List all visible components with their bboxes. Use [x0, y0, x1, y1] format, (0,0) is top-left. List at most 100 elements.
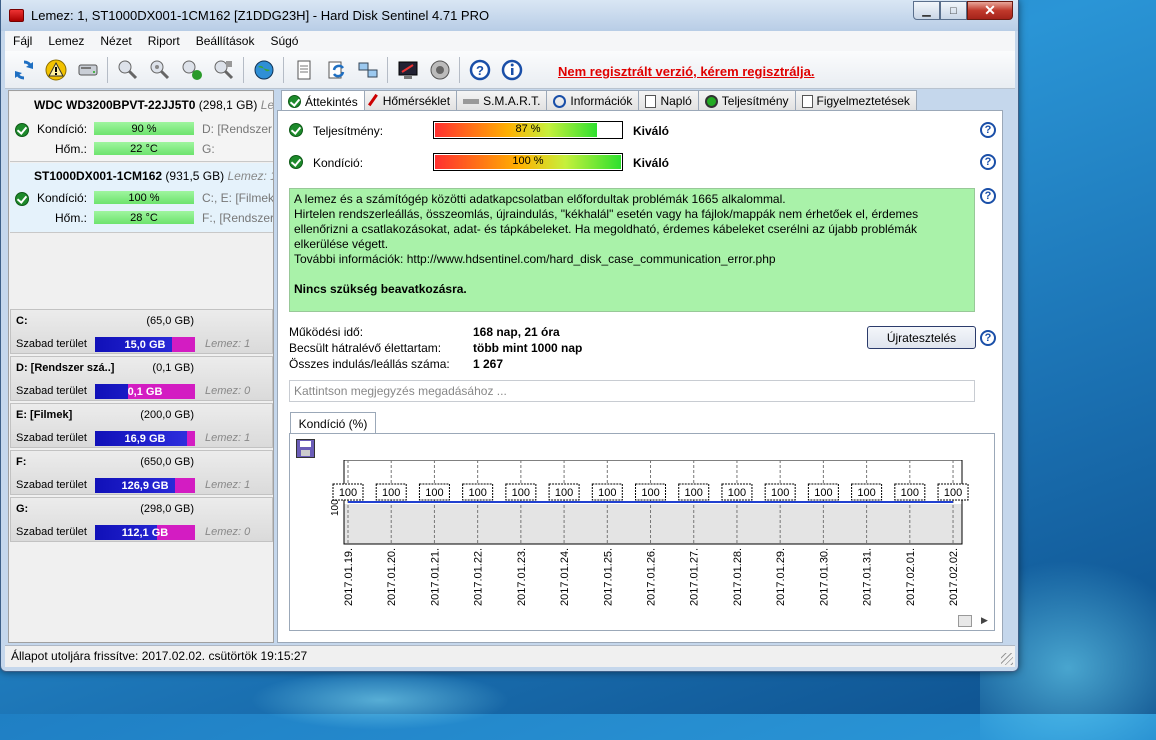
menu-view[interactable]: Nézet	[92, 34, 139, 48]
network-icon[interactable]	[355, 57, 381, 83]
note-input[interactable]: Kattintson megjegyzés megadásához ...	[289, 380, 975, 402]
disk-test-icon[interactable]	[115, 57, 141, 83]
volume-name: F:	[16, 456, 27, 468]
lifetime-label: Becsült hátralévő élettartam:	[289, 341, 442, 355]
tab-label: Hőmérséklet	[382, 94, 451, 108]
app-icon[interactable]	[9, 9, 24, 22]
help-icon[interactable]: ?	[980, 122, 996, 138]
globe-icon[interactable]	[251, 57, 277, 83]
power-on-value: 168 nap, 21 óra	[473, 325, 560, 339]
chart-scroll-right-icon[interactable]: ▶	[981, 615, 988, 626]
close-button[interactable]: ✕	[967, 1, 1013, 20]
tab-label: Áttekintés	[305, 94, 358, 109]
chart-x-tick-label: 2017.02.01.	[905, 548, 917, 606]
menu-bar: Fájl Lemez Nézet Riport Beállítások Súgó	[5, 31, 1015, 51]
register-link[interactable]: Nem regisztrált verzió, kérem regisztrál…	[558, 64, 815, 79]
resize-grip[interactable]	[1001, 653, 1013, 665]
menu-disk[interactable]: Lemez	[40, 34, 92, 48]
disk-card[interactable]: WDC WD3200BPVT-22JJ5T0 (298,1 GB) Len Ko…	[10, 92, 273, 162]
chart-x-tick-label: 2017.01.29.	[775, 548, 787, 606]
tab-label: Napló	[660, 94, 692, 108]
chart-data-label: 100	[857, 487, 875, 499]
volume-item[interactable]: D: [Rendszer szá..] (0,1 GB) Szabad terü…	[10, 356, 273, 401]
disk-volumes: C:, E: [Filmek]	[202, 191, 273, 205]
volume-item[interactable]: C: (65,0 GB) Szabad terület 15,0 GB Leme…	[10, 309, 273, 354]
chart-data-label: 100	[339, 487, 357, 499]
free-space-value: 16,9 GB	[124, 432, 166, 445]
disk-title: WDC WD3200BPVT-22JJ5T0 (298,1 GB) Len	[34, 98, 273, 112]
health-chart: 100 2017.01.19. 100 2017.01.20. 100 2017.01.2…	[289, 433, 995, 631]
volume-name: E: [Filmek]	[16, 409, 73, 421]
disk-index: Len	[260, 98, 273, 112]
disk-card-selected[interactable]: ST1000DX001-1CM162 (931,5 GB) Lemez: 1 K…	[10, 163, 273, 233]
tab-temperature[interactable]: Hőmérséklet	[363, 90, 458, 111]
menu-settings[interactable]: Beállítások	[188, 34, 263, 48]
hard-disk-icon[interactable]	[75, 57, 101, 83]
retest-button[interactable]: Újratesztelés	[867, 326, 976, 349]
desktop-glow	[250, 670, 510, 730]
disk-ok-icon[interactable]	[179, 57, 205, 83]
tab-performance[interactable]: Teljesítmény	[697, 90, 796, 111]
message-line[interactable]: További információk: http://www.hdsentin…	[294, 252, 970, 267]
help-icon[interactable]: ?	[980, 188, 996, 204]
menu-help[interactable]: Súgó	[262, 34, 306, 48]
performance-rating: Kiváló	[633, 124, 670, 138]
volume-item[interactable]: F: (650,0 GB) Szabad terület 126,9 GB Le…	[10, 450, 273, 495]
free-space-bar: 0,1 GB	[95, 384, 195, 399]
chart-x-tick-label: 2017.02.02.	[948, 548, 960, 606]
chart-scrollbar-thumb[interactable]	[958, 615, 972, 627]
chart-data-label: 100	[598, 487, 616, 499]
toolbar-separator	[283, 57, 284, 83]
tab-information[interactable]: Információk	[546, 90, 640, 111]
refresh-icon[interactable]	[11, 57, 37, 83]
disk-surface-icon[interactable]	[147, 57, 173, 83]
volume-size: (650,0 GB)	[140, 456, 194, 468]
chart-data-label: 100	[771, 487, 789, 499]
tab-log[interactable]: Napló	[638, 90, 699, 111]
sync-icon[interactable]	[323, 57, 349, 83]
gauge-icon	[704, 94, 718, 108]
volume-name: G:	[16, 503, 29, 515]
warning-icon[interactable]	[43, 57, 69, 83]
health-bar: 90 %	[94, 122, 194, 135]
disk-tools-icon[interactable]	[211, 57, 237, 83]
menu-report[interactable]: Riport	[140, 34, 188, 48]
help-icon[interactable]: ?	[467, 57, 493, 83]
minimize-button[interactable]: ▁	[913, 1, 940, 20]
volume-item[interactable]: E: [Filmek] (200,0 GB) Szabad terület 16…	[10, 403, 273, 448]
title-bar[interactable]: Lemez: 1, ST1000DX001-1CM162 [Z1DDG23H] …	[1, 0, 1018, 31]
chart-data-label: 100	[685, 487, 703, 499]
sound-icon[interactable]	[427, 57, 453, 83]
chart-data-label: 100	[555, 487, 573, 499]
tab-overview[interactable]: Áttekintés	[281, 90, 365, 112]
maximize-button[interactable]: □	[940, 1, 967, 20]
benchmark-icon[interactable]	[395, 57, 421, 83]
tab-strip: Áttekintés Hőmérséklet S.M.A.R.T. Inform…	[281, 90, 917, 112]
health-label: Kondíció:	[313, 156, 364, 170]
volume-item[interactable]: G: (298,0 GB) Szabad terület 112,1 GB Le…	[10, 497, 273, 542]
health-meter: 100 %	[433, 153, 623, 171]
chart-data-label: 100	[382, 487, 400, 499]
help-icon[interactable]: ?	[980, 154, 996, 170]
disk-list-pane: WDC WD3200BPVT-22JJ5T0 (298,1 GB) Len Ko…	[8, 90, 274, 643]
chart-data-label: 100	[425, 487, 443, 499]
volume-size: (65,0 GB)	[146, 315, 194, 327]
chart-tab-health[interactable]: Kondíció (%)	[290, 412, 376, 434]
report-icon[interactable]	[291, 57, 317, 83]
help-icon[interactable]: ?	[980, 330, 996, 346]
save-icon[interactable]	[296, 439, 315, 458]
toolbar: ? Nem regisztrált verzió, kérem regisztr…	[5, 51, 1015, 89]
menu-file[interactable]: Fájl	[5, 34, 40, 48]
tab-alerts[interactable]: Figyelmeztetések	[794, 90, 917, 111]
startstop-value: 1 267	[473, 357, 504, 371]
tab-smart[interactable]: S.M.A.R.T.	[456, 90, 548, 111]
message-line: Hirtelen rendszerleállás, összeomlás, új…	[294, 207, 919, 251]
free-space-bar: 16,9 GB	[95, 431, 195, 446]
startstop-label: Összes indulás/leállás száma:	[289, 357, 450, 371]
tab-label: Információk	[570, 94, 633, 108]
info-icon[interactable]	[499, 57, 525, 83]
performance-label: Teljesítmény:	[313, 124, 384, 138]
used-space-segment	[172, 337, 195, 352]
tab-label: Teljesítmény	[721, 94, 789, 108]
lifetime-value: több mint 1000 nap	[473, 341, 583, 355]
